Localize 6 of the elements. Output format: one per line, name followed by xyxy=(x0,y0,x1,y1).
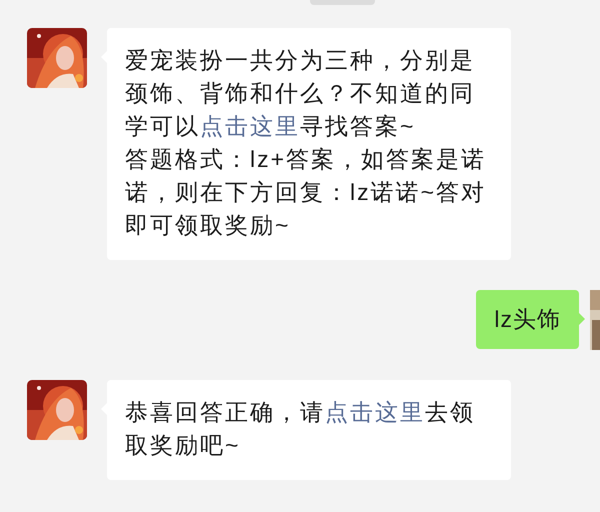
message-text: 爱宠装扮一共分为三种，分别是颈饰、背饰和什么？不知道的同学可以点击这里寻找答案~ xyxy=(125,46,476,141)
link[interactable]: 点击这里 xyxy=(325,399,425,425)
link[interactable]: 点击这里 xyxy=(200,113,300,139)
message-text: 答题格式：lz+答案，如答案是诺诺，则在下方回复：lz诺诺~答对即可领取奖励~ xyxy=(125,145,488,240)
message-text: lz头饰 xyxy=(494,305,561,334)
message-text: 恭喜回答正确，请点击这里去领取奖励吧~ xyxy=(125,398,476,460)
